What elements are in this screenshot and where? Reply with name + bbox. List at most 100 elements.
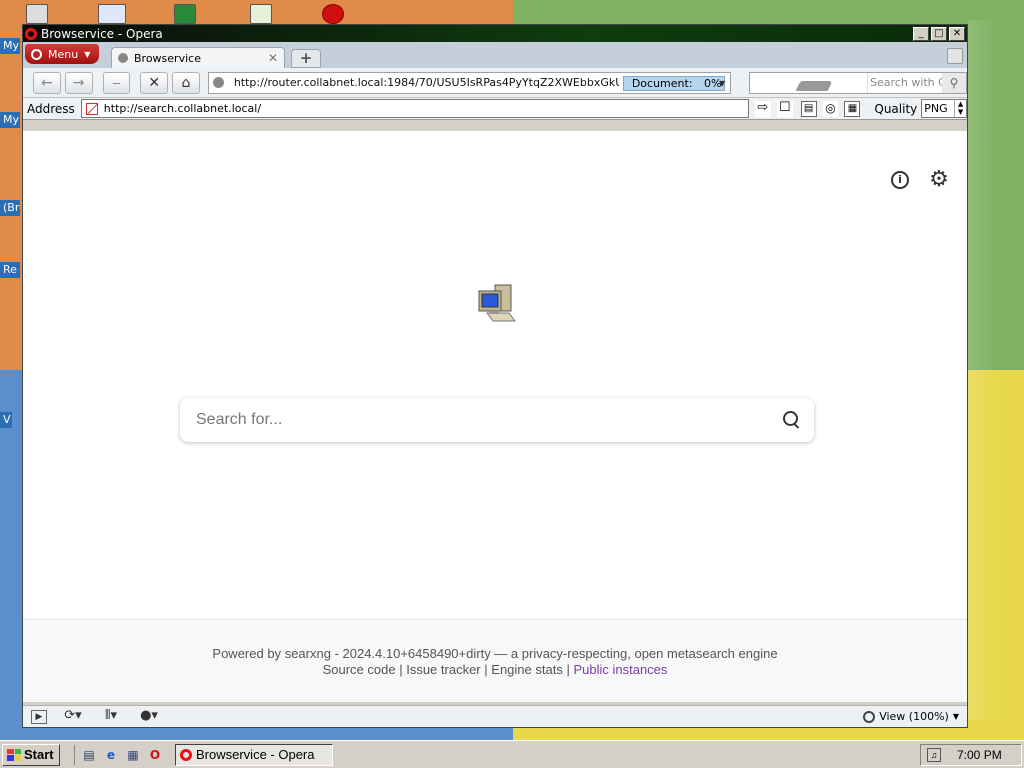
page-icon[interactable]: ▤ <box>800 100 817 117</box>
stop-icon: ✕ <box>148 74 161 91</box>
share-icon[interactable]: ⫴▾ <box>99 709 123 724</box>
footer-version: - 2024.4.10+6458490+dirty — a privacy-re… <box>334 646 778 661</box>
go-arrow-icon[interactable]: ⇨ <box>754 100 771 117</box>
opera-icon <box>180 748 192 761</box>
clipboard-icon[interactable]: ▦ <box>844 100 861 117</box>
stop-button[interactable]: ✕ <box>140 71 169 94</box>
issue-tracker-link[interactable]: Issue tracker <box>406 662 480 677</box>
wand-button[interactable]: ⎯ <box>102 71 131 94</box>
new-tab-button[interactable]: + <box>291 49 321 68</box>
back-button[interactable]: ← <box>33 71 61 94</box>
url-text[interactable]: http://router.collabnet.local:1984/70/US… <box>234 76 619 89</box>
desktop-label-5[interactable]: V <box>0 412 12 428</box>
url-dropdown-icon[interactable]: ▼ <box>716 76 728 91</box>
globe-icon <box>118 53 128 63</box>
engine-logo-icon <box>795 80 833 91</box>
window-title: Browservice - Opera <box>41 26 163 41</box>
address-label: Address <box>27 101 75 116</box>
quality-label: Quality <box>874 101 918 116</box>
forward-button[interactable]: → <box>64 71 93 94</box>
find-binoculars-icon[interactable]: ◎ <box>822 100 839 117</box>
address-bar: Address http://search.collabnet.local/ ⇨… <box>23 98 968 120</box>
desktop-icon-network[interactable] <box>98 4 126 24</box>
public-instances-link[interactable]: Public instances <box>573 662 667 677</box>
source-code-link[interactable]: Source code <box>323 662 396 677</box>
engine-stats-link[interactable]: Engine stats <box>491 662 563 677</box>
show-desktop-icon[interactable]: ▤ <box>81 747 97 763</box>
network-icon[interactable]: ▦ <box>125 747 141 763</box>
maximize-button[interactable]: □ <box>931 26 947 41</box>
search-box <box>180 398 814 442</box>
quality-select[interactable]: PNG ▲ ▼ <box>921 99 968 118</box>
tab-title: Browservice <box>134 51 201 65</box>
window-titlebar[interactable]: Browservice - Opera _ □ ✕ <box>23 25 967 42</box>
sync-icon[interactable]: ⟳▾ <box>61 709 85 724</box>
panel-toggle-icon[interactable]: ▶ <box>31 709 47 724</box>
internet-explorer-icon[interactable]: e <box>103 747 119 763</box>
desktop-icon-excel[interactable] <box>174 4 196 24</box>
desktop-label-2[interactable]: My <box>0 112 20 128</box>
clock[interactable]: 7:00 PM <box>957 748 1002 762</box>
search-go-icon[interactable]: ⚲ <box>942 72 967 93</box>
quick-launch: ▤ e ▦ O <box>74 744 163 765</box>
taskbar-opera-button[interactable]: Browservice - Opera <box>175 743 333 766</box>
gear-icon[interactable]: ⚙ <box>928 169 950 191</box>
start-label: Start <box>24 747 54 762</box>
searxng-link[interactable]: searxng <box>285 646 331 661</box>
zoom-control[interactable]: View (100%) ▼ <box>863 710 959 723</box>
address-value[interactable]: http://search.collabnet.local/ <box>104 102 261 115</box>
opera-window: Browservice - Opera _ □ ✕ Menu ▼ Browser… <box>22 24 968 728</box>
desktop-icon-scheduler[interactable] <box>250 4 272 24</box>
volume-icon[interactable]: ♫ <box>927 747 941 762</box>
trash-icon[interactable] <box>947 48 963 64</box>
taskbar: Start ▤ e ▦ O Browservice - Opera ♫ 7:00… <box>0 740 1024 768</box>
minimize-button[interactable]: _ <box>913 26 929 41</box>
navigation-bar: ← → ⎯ ✕ ⌂ http://router.collabnet.local:… <box>23 68 968 98</box>
info-icon[interactable]: i <box>891 171 909 189</box>
footer-powered: Powered by <box>212 646 282 661</box>
zoom-label: View (100%) <box>879 710 949 723</box>
opera-quicklaunch-icon[interactable]: O <box>147 747 163 763</box>
home-button[interactable]: ⌂ <box>172 71 200 94</box>
window-controls: _ □ ✕ <box>913 26 965 41</box>
quality-spinner-icon[interactable]: ▲ ▼ <box>954 100 966 117</box>
chevron-down-icon: ▼ <box>84 49 91 59</box>
search-engine-placeholder[interactable]: Search with Co <box>868 76 942 89</box>
opera-menu-button[interactable]: Menu ▼ <box>25 44 99 64</box>
desktop-label-4[interactable]: Re <box>0 262 20 278</box>
page-content: i ⚙ Powered by searxng - 2024.4.10+64584… <box>23 131 967 702</box>
taskbar-task-title: Browservice - Opera <box>196 747 315 762</box>
search-engine-box[interactable]: Search with Co ⚲ <box>749 71 968 94</box>
tab-close-icon[interactable]: ✕ <box>268 51 278 65</box>
footer-separator: | <box>484 662 488 677</box>
back-arrow-icon: ← <box>41 74 53 91</box>
tab-bar: Menu ▼ Browservice ✕ + <box>23 42 967 68</box>
tab-browservice[interactable]: Browservice ✕ <box>111 47 285 68</box>
opera-menu-icon <box>31 48 42 60</box>
chevron-down-icon: ▼ <box>952 712 959 721</box>
home-icon: ⌂ <box>181 74 191 91</box>
search-input[interactable] <box>194 410 754 430</box>
desktop-label-1[interactable]: My <box>0 38 20 54</box>
close-button[interactable]: ✕ <box>949 26 965 41</box>
search-engine-selector[interactable] <box>750 72 869 93</box>
bookmark-icon[interactable]: ☐ <box>776 100 793 117</box>
url-field[interactable]: http://router.collabnet.local:1984/70/US… <box>207 71 732 94</box>
status-bar: ▶ ⟳▾ ⫴▾ ●▾ View (100%) ▼ <box>23 705 967 727</box>
turbo-icon[interactable]: ●▾ <box>137 709 161 724</box>
desktop-icon-opera[interactable] <box>322 4 344 24</box>
search-icon[interactable] <box>782 410 802 430</box>
address-field[interactable]: http://search.collabnet.local/ <box>80 99 749 118</box>
start-button[interactable]: Start <box>2 743 60 766</box>
opera-icon <box>25 27 37 40</box>
footer-separator: | <box>399 662 403 677</box>
footer-separator: | <box>566 662 570 677</box>
system-tray: ♫ 7:00 PM <box>920 743 1022 766</box>
desktop-icon-computer[interactable] <box>26 4 48 24</box>
quality-value: PNG <box>924 102 948 115</box>
wallpaper-highlight <box>968 20 998 720</box>
no-favicon-icon <box>85 102 98 115</box>
document-label: Document: <box>631 76 693 90</box>
site-info-icon[interactable] <box>212 77 224 88</box>
desktop-label-3[interactable]: (Bro <box>0 200 20 216</box>
